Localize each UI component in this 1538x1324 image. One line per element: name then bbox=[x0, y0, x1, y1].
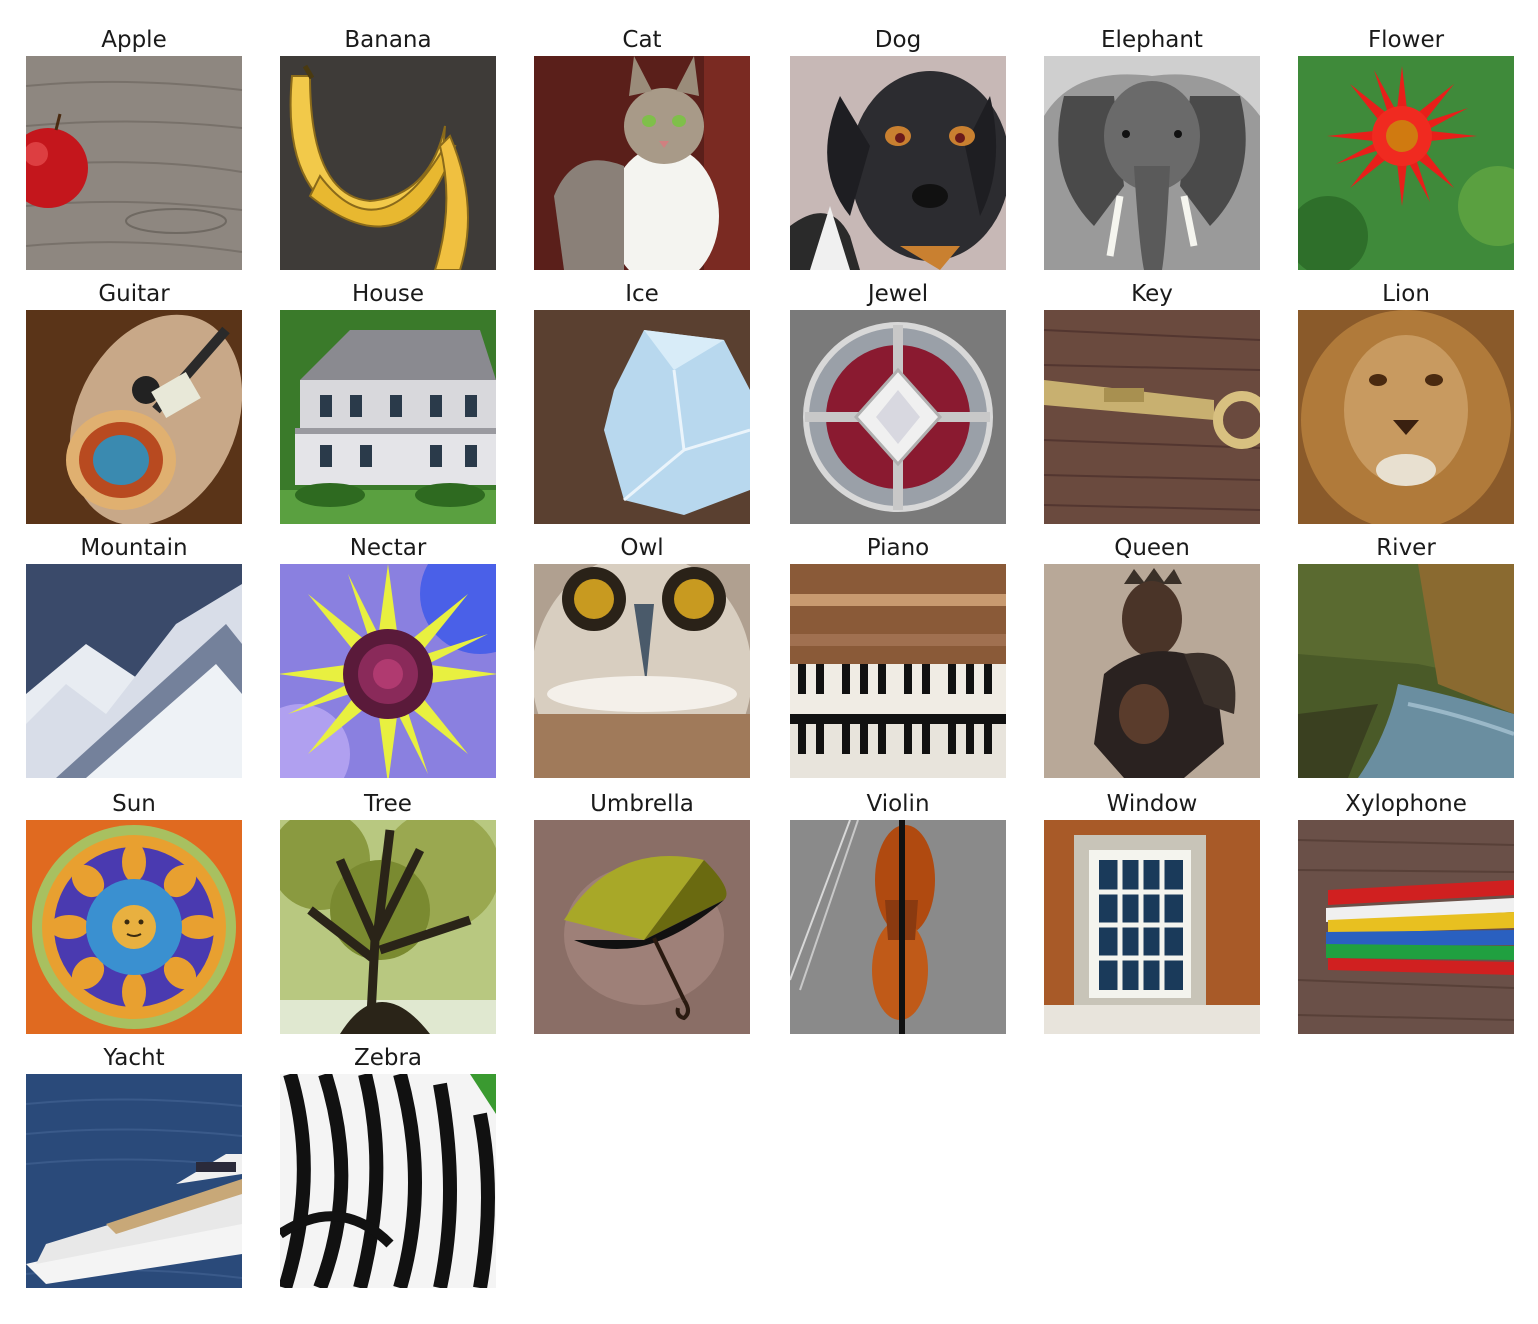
tile-label: Nectar bbox=[349, 535, 427, 561]
tile-piano: Piano bbox=[790, 534, 1006, 778]
apple-icon bbox=[26, 56, 242, 270]
tile-sun: Sun bbox=[26, 790, 242, 1034]
dog-icon bbox=[790, 56, 1006, 270]
tile-label: River bbox=[1376, 535, 1436, 561]
tile-zebra: Zebra bbox=[280, 1044, 496, 1288]
tile-dog: Dog bbox=[790, 26, 1006, 270]
tile-label: Dog bbox=[874, 27, 922, 53]
tile-elephant: Elephant bbox=[1044, 26, 1260, 270]
tile-window: Window bbox=[1044, 790, 1260, 1034]
river-icon bbox=[1298, 564, 1514, 778]
tile-label: Guitar bbox=[98, 281, 170, 307]
tile-xylophone: Xylophone bbox=[1298, 790, 1514, 1034]
tile-tree: Tree bbox=[280, 790, 496, 1034]
nectar-icon bbox=[280, 564, 496, 778]
jewel-icon bbox=[790, 310, 1006, 524]
zebra-icon bbox=[280, 1074, 496, 1288]
tile-label: Apple bbox=[101, 27, 167, 53]
tile-owl: Owl bbox=[534, 534, 750, 778]
tile-label: Zebra bbox=[353, 1045, 423, 1071]
tile-label: Violin bbox=[866, 791, 930, 817]
tile-label: Yacht bbox=[103, 1045, 165, 1071]
tile-mountain: Mountain bbox=[26, 534, 242, 778]
tile-label: Key bbox=[1131, 281, 1173, 307]
tile-label: Lion bbox=[1382, 281, 1430, 307]
tile-label: Mountain bbox=[80, 535, 188, 561]
piano-icon bbox=[790, 564, 1006, 778]
elephant-icon bbox=[1044, 56, 1260, 270]
cat-icon bbox=[534, 56, 750, 270]
mountain-icon bbox=[26, 564, 242, 778]
window-icon bbox=[1044, 820, 1260, 1034]
tile-label: Window bbox=[1106, 791, 1198, 817]
ice-icon bbox=[534, 310, 750, 524]
tile-label: Umbrella bbox=[590, 791, 694, 817]
image-grid: Apple Banana Cat Dog Elephant Flower Gui… bbox=[0, 0, 1538, 1324]
flower-icon bbox=[1298, 56, 1514, 270]
umbrella-icon bbox=[534, 820, 750, 1034]
tile-queen: Queen bbox=[1044, 534, 1260, 778]
tile-label: Flower bbox=[1367, 27, 1445, 53]
tile-yacht: Yacht bbox=[26, 1044, 242, 1288]
tile-label: Banana bbox=[344, 27, 432, 53]
tile-ice: Ice bbox=[534, 280, 750, 524]
tile-violin: Violin bbox=[790, 790, 1006, 1034]
yacht-icon bbox=[26, 1074, 242, 1288]
tile-umbrella: Umbrella bbox=[534, 790, 750, 1034]
banana-icon bbox=[280, 56, 496, 270]
tile-label: Ice bbox=[625, 281, 659, 307]
tree-icon bbox=[280, 820, 496, 1034]
guitar-icon bbox=[26, 310, 242, 524]
tile-label: Cat bbox=[622, 27, 662, 53]
tile-river: River bbox=[1298, 534, 1514, 778]
tile-nectar: Nectar bbox=[280, 534, 496, 778]
owl-icon bbox=[534, 564, 750, 778]
tile-label: Elephant bbox=[1101, 27, 1203, 53]
tile-flower: Flower bbox=[1298, 26, 1514, 270]
tile-banana: Banana bbox=[280, 26, 496, 270]
lion-icon bbox=[1298, 310, 1514, 524]
tile-apple: Apple bbox=[26, 26, 242, 270]
tile-label: House bbox=[351, 281, 425, 307]
tile-lion: Lion bbox=[1298, 280, 1514, 524]
tile-label: Piano bbox=[866, 535, 930, 561]
tile-guitar: Guitar bbox=[26, 280, 242, 524]
xylophone-icon bbox=[1298, 820, 1514, 1034]
tile-label: Jewel bbox=[867, 281, 929, 307]
tile-label: Queen bbox=[1114, 535, 1190, 561]
tile-label: Xylophone bbox=[1345, 791, 1467, 817]
house-icon bbox=[280, 310, 496, 524]
tile-label: Owl bbox=[620, 535, 664, 561]
tile-label: Sun bbox=[112, 791, 156, 817]
violin-icon bbox=[790, 820, 1006, 1034]
key-icon bbox=[1044, 310, 1260, 524]
tile-key: Key bbox=[1044, 280, 1260, 524]
sun-icon bbox=[26, 820, 242, 1034]
queen-icon bbox=[1044, 564, 1260, 778]
tile-cat: Cat bbox=[534, 26, 750, 270]
tile-label: Tree bbox=[364, 791, 412, 817]
tile-house: House bbox=[280, 280, 496, 524]
tile-jewel: Jewel bbox=[790, 280, 1006, 524]
